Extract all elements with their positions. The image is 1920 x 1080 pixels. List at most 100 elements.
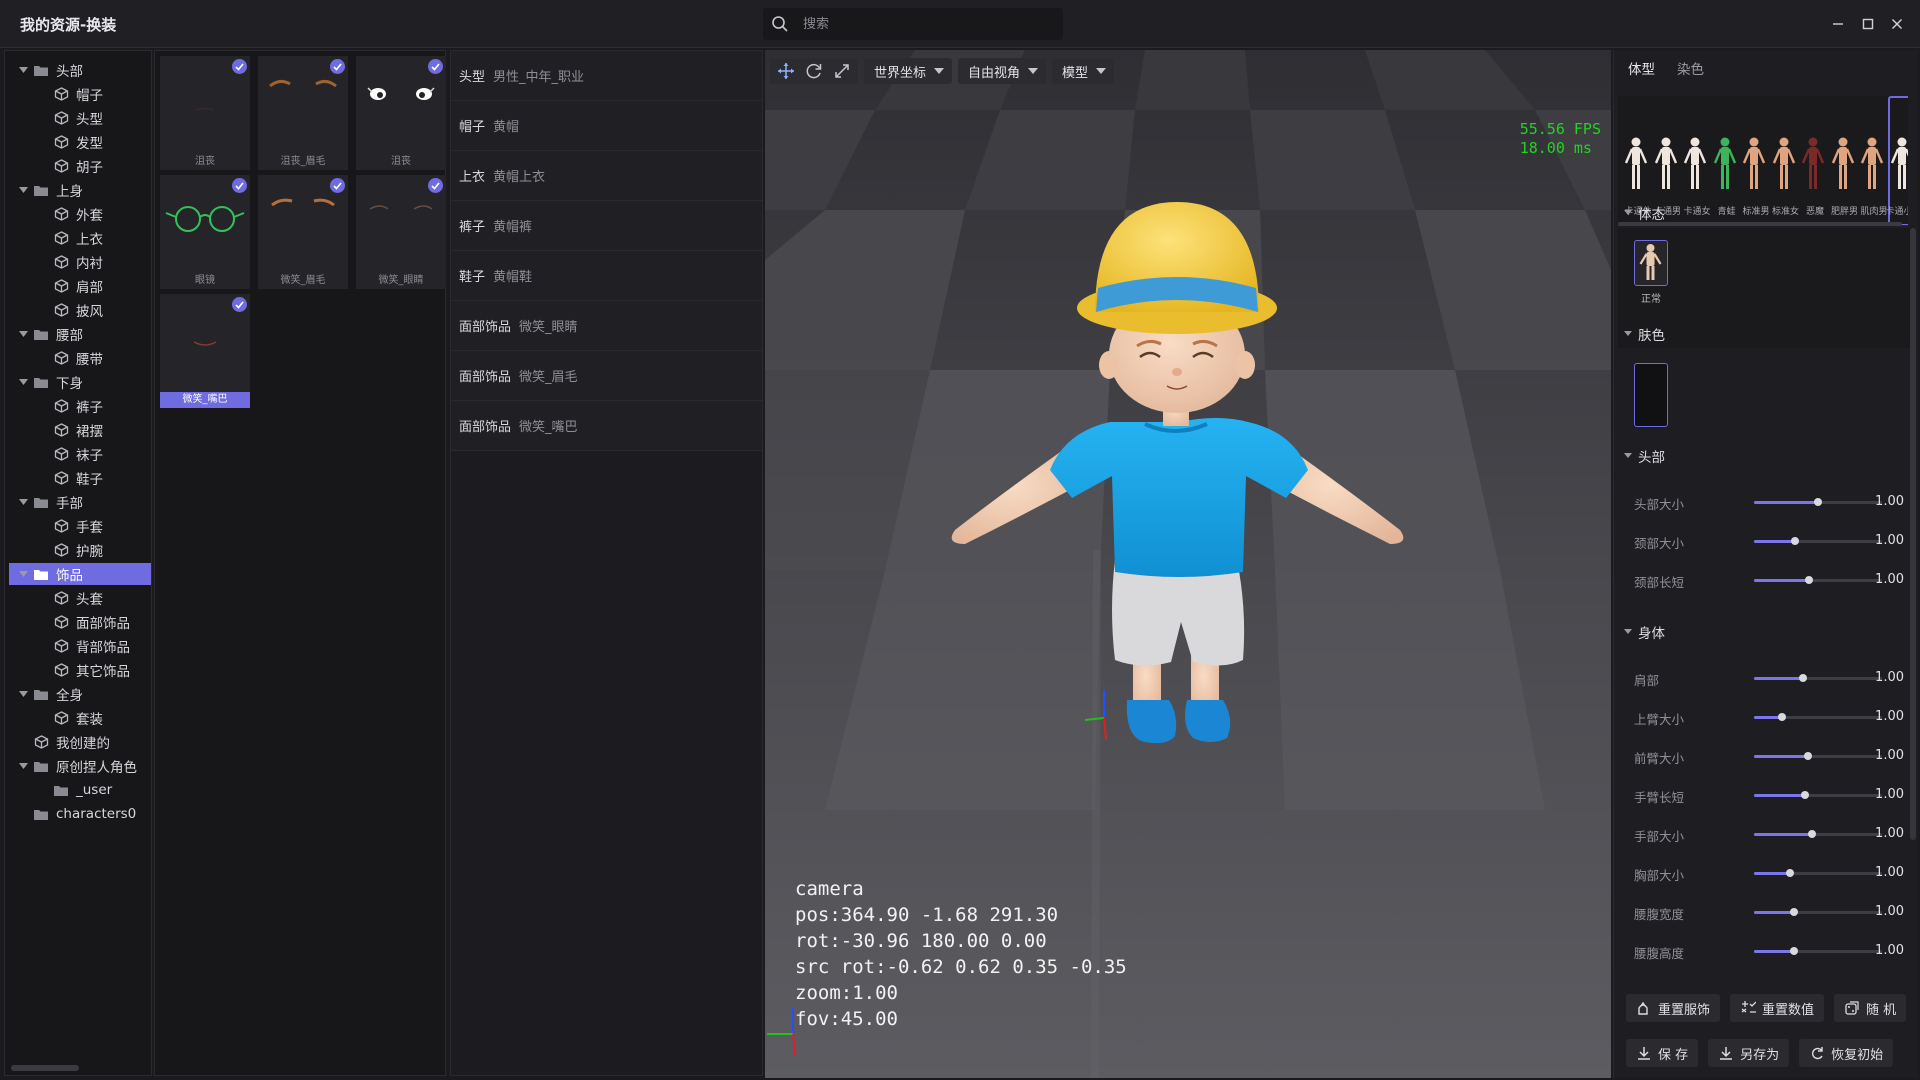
body-type-option[interactable]: 卡通女 [1681, 96, 1711, 225]
tree-item[interactable]: 手套 [9, 515, 151, 537]
slider-track[interactable] [1754, 869, 1882, 877]
body-type-option[interactable]: 标准女 [1770, 96, 1799, 225]
tree-item[interactable]: 上身 [9, 179, 151, 201]
tree-item[interactable]: 全身 [9, 683, 151, 705]
slider-handle[interactable] [1803, 752, 1812, 760]
slider-handle[interactable] [1807, 830, 1816, 838]
3d-viewport[interactable]: 世界坐标 自由视角 模型 55.56 FPS 18.00 ms camera po… [765, 50, 1611, 1078]
expand-arrow-icon[interactable] [17, 184, 29, 196]
skin-color-swatch[interactable] [1634, 363, 1668, 427]
slider-handle[interactable] [1814, 498, 1822, 506]
tree-item[interactable]: 其它饰品 [9, 659, 151, 681]
tree-item[interactable]: 裤子 [9, 395, 151, 417]
tree-item[interactable]: 裙摆 [9, 419, 151, 441]
expand-arrow-icon[interactable] [17, 688, 29, 700]
tree-item[interactable]: 帽子 [9, 83, 151, 105]
rotate-tool-button[interactable] [802, 60, 826, 82]
expand-arrow-icon[interactable] [17, 496, 29, 508]
equipped-item[interactable]: 裤子 黄帽裤 [451, 201, 762, 251]
body-type-option[interactable]: 卡通小孩 [1885, 96, 1908, 225]
tree-item[interactable]: 套装 [9, 707, 151, 729]
slider-handle[interactable] [1790, 537, 1799, 545]
save-as-button[interactable]: 另存为 [1708, 1039, 1790, 1067]
reset-clothes-button[interactable]: 重置服饰 [1626, 994, 1721, 1022]
slider-track[interactable] [1754, 830, 1882, 838]
body-type-option[interactable]: 肌肉男 [1858, 96, 1888, 225]
asset-thumbnail[interactable]: 沮丧 [160, 56, 250, 170]
display-mode-dropdown[interactable]: 模型 [1052, 58, 1115, 84]
tree-item[interactable]: 胡子 [9, 155, 151, 177]
tree-item[interactable]: 我创建的 [9, 731, 151, 753]
slider-handle[interactable] [1805, 576, 1814, 584]
tree-item[interactable]: 头部 [9, 59, 151, 81]
tree-item[interactable]: 上衣 [9, 227, 151, 249]
asset-thumbnail[interactable]: 眼镜 [160, 175, 250, 289]
equipped-item[interactable]: 上衣 黄帽上衣 [451, 151, 762, 201]
skin-section-header[interactable]: 肤色 [1624, 324, 1665, 344]
tree-item[interactable]: 腰部 [9, 323, 151, 345]
search-input[interactable] [803, 8, 1053, 40]
tree-item[interactable]: 鞋子 [9, 467, 151, 489]
tree-item[interactable]: 披风 [9, 299, 151, 321]
tree-horizontal-scrollbar[interactable] [11, 1065, 79, 1071]
tree-item[interactable]: 护腕 [9, 539, 151, 561]
slider-track[interactable] [1754, 713, 1882, 721]
scale-tool-button[interactable] [830, 60, 854, 82]
slider-track[interactable] [1754, 752, 1882, 760]
search-box[interactable] [763, 8, 1063, 40]
equipped-item[interactable]: 帽子 黄帽 [451, 101, 762, 151]
slider-track[interactable] [1754, 947, 1882, 955]
body-section-header[interactable]: 身体 [1624, 622, 1665, 642]
tree-item[interactable]: 内衬 [9, 251, 151, 273]
tab-body-shape[interactable]: 体型 [1628, 58, 1655, 82]
tree-item[interactable]: 腰带 [9, 347, 151, 369]
asset-thumbnail[interactable]: 沮丧 [356, 56, 446, 170]
tree-item[interactable]: 下身 [9, 371, 151, 393]
close-button[interactable] [1885, 12, 1909, 36]
tree-item[interactable]: 头套 [9, 587, 151, 609]
panel-scrollbar[interactable] [1910, 228, 1916, 840]
asset-thumbnail[interactable]: 微笑_嘴巴 [160, 294, 250, 408]
coord-mode-dropdown[interactable]: 世界坐标 [864, 58, 953, 84]
pose-section-header[interactable]: 体态 [1624, 203, 1665, 223]
maximize-button[interactable] [1856, 12, 1880, 36]
slider-track[interactable] [1754, 674, 1882, 682]
tree-item[interactable]: 手部 [9, 491, 151, 513]
slider-handle[interactable] [1789, 908, 1798, 916]
asset-thumbnail[interactable]: 微笑_眉毛 [258, 175, 348, 289]
tree-item[interactable]: _user [9, 779, 151, 801]
tree-item[interactable]: 原创捏人角色 [9, 755, 151, 777]
tree-item[interactable]: 背部饰品 [9, 635, 151, 657]
tab-dye[interactable]: 染色 [1677, 58, 1704, 82]
body-type-option[interactable]: 标准男 [1740, 96, 1770, 225]
head-section-header[interactable]: 头部 [1624, 446, 1665, 466]
equipped-item[interactable]: 面部饰品 微笑_眼睛 [451, 301, 762, 351]
body-type-option[interactable]: 恶魔 [1799, 96, 1827, 225]
tree-item[interactable]: 头型 [9, 107, 151, 129]
slider-track[interactable] [1754, 791, 1882, 799]
view-mode-dropdown[interactable]: 自由视角 [958, 58, 1047, 84]
body-type-option[interactable]: 肥胖男 [1829, 96, 1858, 225]
slider-handle[interactable] [1785, 869, 1794, 877]
expand-arrow-icon[interactable] [17, 760, 29, 772]
slider-track[interactable] [1754, 498, 1882, 506]
reset-values-button[interactable]: 重置数值 [1730, 994, 1825, 1022]
dice-button[interactable]: 随 机 [1834, 994, 1907, 1022]
save-button[interactable]: 保 存 [1626, 1039, 1699, 1067]
tree-item[interactable]: 肩部 [9, 275, 151, 297]
slider-handle[interactable] [1778, 713, 1787, 721]
slider-handle[interactable] [1789, 947, 1798, 955]
asset-thumbnail[interactable]: 微笑_眼睛 [356, 175, 446, 289]
equipped-item[interactable]: 面部饰品 微笑_眉毛 [451, 351, 762, 401]
slider-handle[interactable] [1801, 791, 1810, 799]
slider-track[interactable] [1754, 537, 1882, 545]
expand-arrow-icon[interactable] [17, 568, 29, 580]
tree-item[interactable]: 袜子 [9, 443, 151, 465]
minimize-button[interactable] [1826, 12, 1850, 36]
tree-item[interactable]: characters0 [9, 803, 151, 825]
expand-arrow-icon[interactable] [17, 328, 29, 340]
equipped-item[interactable]: 头型 男性_中年_职业 [451, 51, 762, 101]
slider-track[interactable] [1754, 576, 1882, 584]
tree-item[interactable]: 饰品 [9, 563, 151, 585]
equipped-item[interactable]: 面部饰品 微笑_嘴巴 [451, 401, 762, 451]
